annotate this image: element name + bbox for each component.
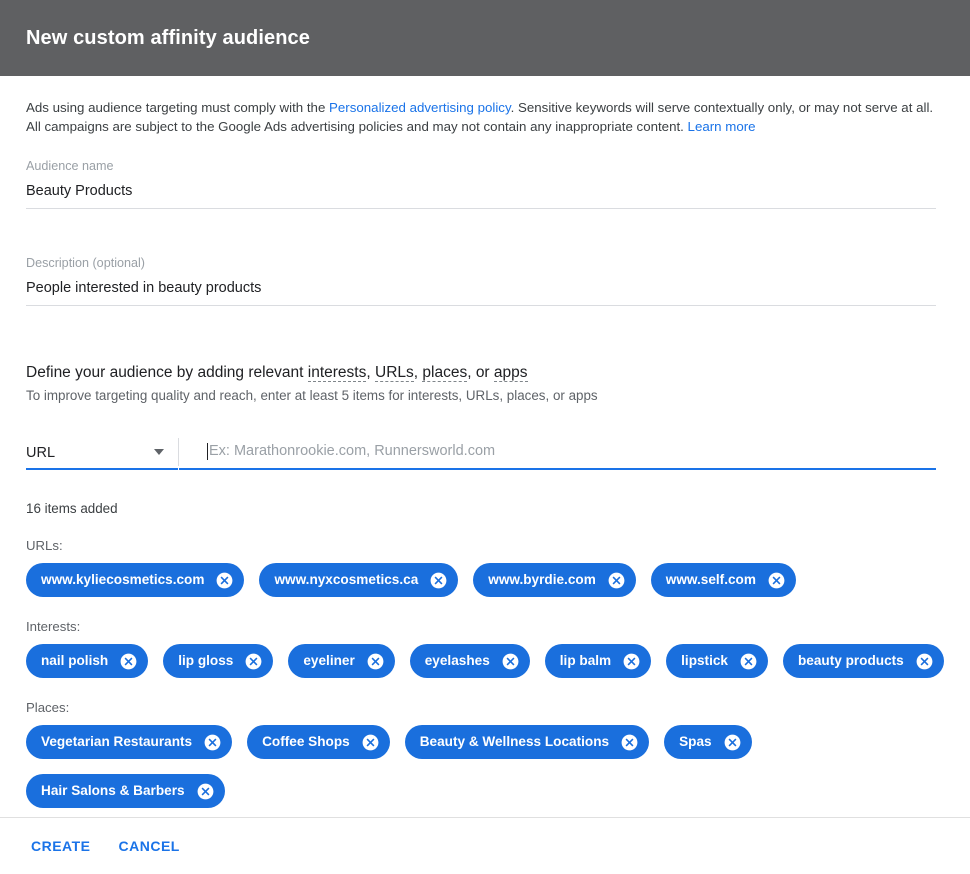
- item-groups: URLs: www.kyliecosmetics.com www.nyxcosmet…: [26, 538, 944, 808]
- term-places[interactable]: places: [422, 364, 468, 382]
- close-circle-icon[interactable]: [203, 733, 222, 752]
- item-chip-label: Beauty & Wellness Locations: [419, 734, 610, 749]
- close-circle-icon[interactable]: [361, 733, 380, 752]
- item-group: Places: Vegetarian Restaurants Coffee Shop…: [26, 700, 944, 808]
- term-apps[interactable]: apps: [493, 364, 528, 382]
- item-chip-label: eyelashes: [424, 653, 490, 668]
- item-chip[interactable]: Spas: [664, 725, 752, 759]
- item-chip[interactable]: nail polish: [26, 644, 149, 678]
- item-chip[interactable]: Vegetarian Restaurants: [26, 725, 233, 759]
- item-chip[interactable]: www.byrdie.com: [473, 563, 636, 597]
- description-label: Description (optional): [26, 256, 145, 270]
- description-value[interactable]: People interested in beauty products: [26, 279, 936, 298]
- term-urls[interactable]: URLs: [375, 364, 414, 382]
- item-chip-label: www.self.com: [665, 572, 756, 587]
- close-circle-icon[interactable]: [723, 733, 742, 752]
- item-chip[interactable]: www.nyxcosmetics.ca: [259, 563, 459, 597]
- item-chip[interactable]: lip gloss: [163, 644, 274, 678]
- define-audience-block: Define your audience by adding relevant …: [26, 362, 944, 406]
- close-circle-icon[interactable]: [196, 782, 215, 801]
- item-chip[interactable]: lip balm: [544, 644, 652, 678]
- policy-disclaimer: Ads using audience targeting must comply…: [26, 98, 938, 136]
- chip-row: Vegetarian Restaurants Coffee Shops Beauty…: [26, 725, 944, 808]
- item-type-dropdown[interactable]: URL: [26, 445, 178, 470]
- item-group: Interests: nail polish lip gloss eyeliner ey…: [26, 619, 944, 678]
- define-sep-1: ,: [366, 364, 375, 381]
- define-audience-heading: Define your audience by adding relevant …: [26, 362, 944, 384]
- term-interests[interactable]: interests: [307, 364, 367, 382]
- learn-more-link[interactable]: Learn more: [688, 119, 756, 134]
- close-circle-icon[interactable]: [244, 652, 263, 671]
- item-chip[interactable]: beauty products: [782, 644, 944, 678]
- dialog-footer: CREATE CANCEL: [0, 817, 970, 874]
- item-chip[interactable]: Hair Salons & Barbers: [26, 774, 225, 808]
- item-chip-label: nail polish: [41, 653, 109, 668]
- close-circle-icon[interactable]: [501, 652, 520, 671]
- item-group-label: URLs:: [26, 538, 63, 553]
- item-chip-label: Spas: [679, 734, 712, 749]
- close-circle-icon[interactable]: [366, 652, 385, 671]
- dialog-title: New custom affinity audience: [26, 26, 310, 49]
- item-chip-label: Hair Salons & Barbers: [41, 783, 185, 798]
- audience-name-field[interactable]: Audience name Beauty Products: [26, 158, 936, 209]
- item-group-label: Places:: [26, 700, 70, 715]
- create-button[interactable]: CREATE: [23, 830, 99, 862]
- description-field[interactable]: Description (optional) People interested…: [26, 255, 936, 306]
- item-type-value: URL: [26, 445, 56, 461]
- define-heading-prefix: Define your audience by adding relevant: [26, 364, 308, 381]
- item-entry-input[interactable]: Ex: Marathonrookie.com, Runnersworld.com: [179, 442, 936, 470]
- define-audience-subtitle: To improve targeting quality and reach, …: [26, 388, 598, 403]
- item-chip-label: lip gloss: [178, 653, 234, 668]
- audience-name-label: Audience name: [26, 159, 114, 173]
- new-custom-affinity-audience-dialog: New custom affinity audience Ads using a…: [0, 0, 970, 874]
- close-circle-icon[interactable]: [429, 571, 448, 590]
- item-chip[interactable]: Coffee Shops: [247, 725, 390, 759]
- close-circle-icon[interactable]: [215, 571, 234, 590]
- personalized-advertising-policy-link[interactable]: Personalized advertising policy: [329, 100, 511, 115]
- close-circle-icon[interactable]: [767, 571, 786, 590]
- close-circle-icon[interactable]: [620, 733, 639, 752]
- text-cursor: [207, 443, 208, 460]
- item-chip-label: eyeliner: [303, 653, 355, 668]
- item-chip[interactable]: www.self.com: [650, 563, 796, 597]
- item-chip-label: lipstick: [681, 653, 728, 668]
- close-circle-icon[interactable]: [119, 652, 138, 671]
- close-circle-icon[interactable]: [915, 652, 934, 671]
- item-chip[interactable]: eyelashes: [409, 644, 530, 678]
- items-added-count: 16 items added: [26, 501, 118, 516]
- audience-name-value[interactable]: Beauty Products: [26, 182, 936, 201]
- item-chip-label: beauty products: [797, 653, 904, 668]
- item-chip[interactable]: eyeliner: [288, 644, 395, 678]
- item-group: URLs: www.kyliecosmetics.com www.nyxcosmet…: [26, 538, 944, 597]
- dialog-header: New custom affinity audience: [0, 0, 970, 76]
- close-circle-icon[interactable]: [622, 652, 641, 671]
- close-circle-icon[interactable]: [607, 571, 626, 590]
- close-circle-icon[interactable]: [739, 652, 758, 671]
- define-sep-3: , or: [467, 364, 494, 381]
- item-chip[interactable]: Beauty & Wellness Locations: [404, 725, 650, 759]
- chip-row: www.kyliecosmetics.com www.nyxcosmetics.c…: [26, 563, 944, 597]
- item-group-label: Interests:: [26, 619, 81, 634]
- item-chip-label: Coffee Shops: [262, 734, 350, 749]
- item-entry-placeholder: Ex: Marathonrookie.com, Runnersworld.com: [209, 443, 496, 459]
- item-chip-label: www.byrdie.com: [488, 572, 596, 587]
- item-chip-label: Vegetarian Restaurants: [41, 734, 193, 749]
- chevron-down-icon: [154, 449, 164, 455]
- item-chip[interactable]: lipstick: [666, 644, 768, 678]
- item-chip-label: www.nyxcosmetics.ca: [274, 572, 419, 587]
- item-chip-label: lip balm: [559, 653, 612, 668]
- item-entry-row: URL Ex: Marathonrookie.com, Runnersworld…: [26, 438, 936, 470]
- dialog-body: Ads using audience targeting must comply…: [0, 76, 970, 817]
- chip-row: nail polish lip gloss eyeliner eyelashes lip…: [26, 644, 944, 678]
- item-chip-label: www.kyliecosmetics.com: [41, 572, 205, 587]
- cancel-button[interactable]: CANCEL: [111, 830, 188, 862]
- item-chip[interactable]: www.kyliecosmetics.com: [26, 563, 245, 597]
- disclaimer-text-part1: Ads using audience targeting must comply…: [26, 100, 330, 115]
